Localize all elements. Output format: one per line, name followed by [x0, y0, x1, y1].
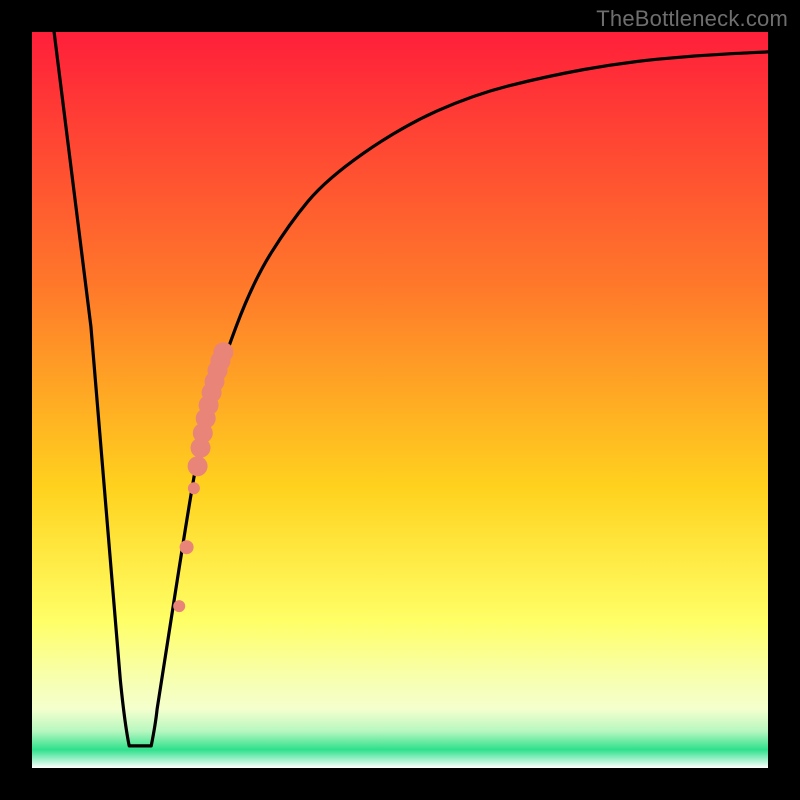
- data-dot: [213, 342, 233, 362]
- data-dot: [173, 600, 185, 612]
- gradient-background: [32, 32, 768, 768]
- plot-area: [32, 32, 768, 768]
- data-dot: [188, 456, 208, 476]
- plot-svg: [32, 32, 768, 768]
- data-dot: [180, 540, 194, 554]
- watermark-label: TheBottleneck.com: [596, 6, 788, 32]
- chart-stage: TheBottleneck.com: [0, 0, 800, 800]
- data-dot: [188, 482, 200, 494]
